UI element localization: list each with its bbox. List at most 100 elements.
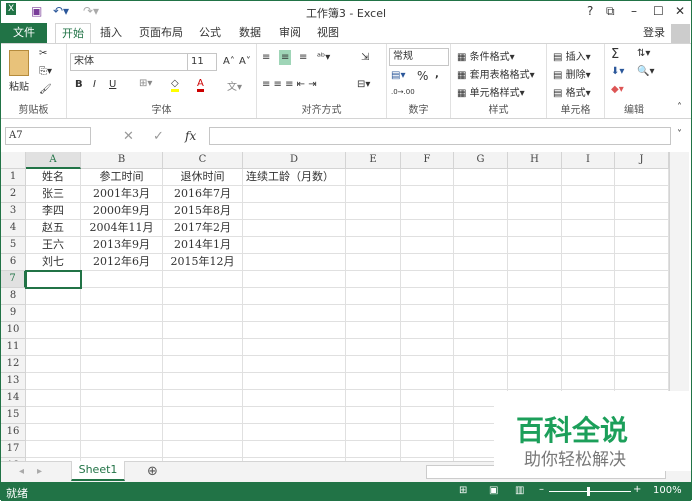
cell-C13[interactable]	[163, 373, 243, 390]
cell-C3[interactable]: 2015年8月	[163, 203, 243, 220]
format-as-table-button[interactable]: ▦ 套用表格格式▾	[457, 66, 535, 81]
cell-H10[interactable]	[508, 322, 562, 339]
cell-E17[interactable]	[346, 441, 401, 458]
cell-F6[interactable]	[401, 254, 454, 271]
cell-H2[interactable]	[508, 186, 562, 203]
underline-button[interactable]: U	[109, 79, 116, 90]
cell-B10[interactable]	[81, 322, 163, 339]
zoom-level[interactable]: 100%	[653, 485, 682, 496]
cell-B4[interactable]: 2004年11月	[81, 220, 163, 237]
cell-D14[interactable]	[243, 390, 346, 407]
row-header-14[interactable]: 14	[1, 390, 26, 407]
cell-J6[interactable]	[615, 254, 669, 271]
cell-A3[interactable]: 李四	[26, 203, 81, 220]
row-header-15[interactable]: 15	[1, 407, 26, 424]
cell-E7[interactable]	[346, 271, 401, 288]
sheet-tab-sheet1[interactable]: Sheet1	[71, 461, 125, 481]
cell-E1[interactable]	[346, 169, 401, 186]
cell-E3[interactable]	[346, 203, 401, 220]
shrink-font-button[interactable]: A˅	[239, 56, 251, 67]
cell-A17[interactable]	[26, 441, 81, 458]
cell-H6[interactable]	[508, 254, 562, 271]
cell-E11[interactable]	[346, 339, 401, 356]
cell-E5[interactable]	[346, 237, 401, 254]
cell-C17[interactable]	[163, 441, 243, 458]
cell-B12[interactable]	[81, 356, 163, 373]
column-header-E[interactable]: E	[346, 152, 401, 169]
column-header-J[interactable]: J	[615, 152, 669, 169]
cell-A1[interactable]: 姓名	[26, 169, 81, 186]
row-header-2[interactable]: 2	[1, 186, 26, 203]
format-cells-button[interactable]: ▤ 格式▾	[553, 84, 591, 99]
cell-G11[interactable]	[454, 339, 508, 356]
tab-review[interactable]: 审阅	[273, 23, 307, 43]
cell-I10[interactable]	[562, 322, 615, 339]
cell-J7[interactable]	[615, 271, 669, 288]
formula-input[interactable]	[209, 127, 671, 145]
zoom-slider-thumb[interactable]	[587, 487, 590, 496]
cell-F16[interactable]	[401, 424, 454, 441]
cell-I9[interactable]	[562, 305, 615, 322]
phonetic-icon[interactable]: 文▾	[227, 78, 242, 93]
cell-J10[interactable]	[615, 322, 669, 339]
cell-I12[interactable]	[562, 356, 615, 373]
tab-page-layout[interactable]: 页面布局	[135, 23, 187, 43]
cell-I6[interactable]	[562, 254, 615, 271]
cell-E6[interactable]	[346, 254, 401, 271]
cell-E9[interactable]	[346, 305, 401, 322]
tab-insert[interactable]: 插入	[95, 23, 127, 43]
cell-E12[interactable]	[346, 356, 401, 373]
cell-G8[interactable]	[454, 288, 508, 305]
find-select-icon[interactable]: 🔍▾	[637, 66, 654, 77]
cell-G2[interactable]	[454, 186, 508, 203]
cell-D4[interactable]	[243, 220, 346, 237]
conditional-format-button[interactable]: ▦ 条件格式▾	[457, 48, 515, 63]
cell-J9[interactable]	[615, 305, 669, 322]
cell-F7[interactable]	[401, 271, 454, 288]
row-header-11[interactable]: 11	[1, 339, 26, 356]
cell-F15[interactable]	[401, 407, 454, 424]
cell-E15[interactable]	[346, 407, 401, 424]
cell-F4[interactable]	[401, 220, 454, 237]
cell-A9[interactable]	[26, 305, 81, 322]
paste-button[interactable]: 粘贴	[9, 78, 29, 93]
column-header-B[interactable]: B	[81, 152, 163, 169]
cell-A5[interactable]: 王六	[26, 237, 81, 254]
sort-filter-icon[interactable]: ⇅▾	[637, 48, 650, 59]
cell-F14[interactable]	[401, 390, 454, 407]
insert-cells-button[interactable]: ▤ 插入▾	[553, 48, 591, 63]
cell-H7[interactable]	[508, 271, 562, 288]
cell-H1[interactable]	[508, 169, 562, 186]
cell-A6[interactable]: 刘七	[26, 254, 81, 271]
zoom-slider[interactable]	[549, 491, 631, 492]
cut-icon[interactable]: ✂	[39, 48, 47, 59]
cell-I5[interactable]	[562, 237, 615, 254]
cell-G6[interactable]	[454, 254, 508, 271]
format-painter-icon[interactable]: 🖌	[39, 84, 52, 95]
cell-J13[interactable]	[615, 373, 669, 390]
merge-center-icon[interactable]: ⊟▾	[357, 79, 370, 90]
cell-A11[interactable]	[26, 339, 81, 356]
cell-B13[interactable]	[81, 373, 163, 390]
cell-I4[interactable]	[562, 220, 615, 237]
insert-function-button[interactable]: fx	[185, 129, 196, 143]
cell-J4[interactable]	[615, 220, 669, 237]
cell-F10[interactable]	[401, 322, 454, 339]
cell-D7[interactable]	[243, 271, 346, 288]
cell-D10[interactable]	[243, 322, 346, 339]
zoom-out-icon[interactable]: –	[539, 484, 544, 495]
cell-G4[interactable]	[454, 220, 508, 237]
cell-J12[interactable]	[615, 356, 669, 373]
cell-C15[interactable]	[163, 407, 243, 424]
cell-D5[interactable]	[243, 237, 346, 254]
fill-icon[interactable]: ⬇▾	[611, 66, 624, 77]
next-sheet-icon[interactable]: ▸	[37, 466, 42, 477]
autosum-button[interactable]: Σ	[611, 47, 619, 62]
column-header-I[interactable]: I	[562, 152, 615, 169]
cell-G5[interactable]	[454, 237, 508, 254]
wrap-text-icon[interactable]: ⇲	[361, 52, 369, 63]
cell-C6[interactable]: 2015年12月	[163, 254, 243, 271]
ribbon-display-button[interactable]: ⧉	[606, 4, 615, 19]
page-layout-view-icon[interactable]: ▣	[489, 485, 498, 496]
collapse-ribbon-icon[interactable]: ˄	[677, 102, 682, 113]
